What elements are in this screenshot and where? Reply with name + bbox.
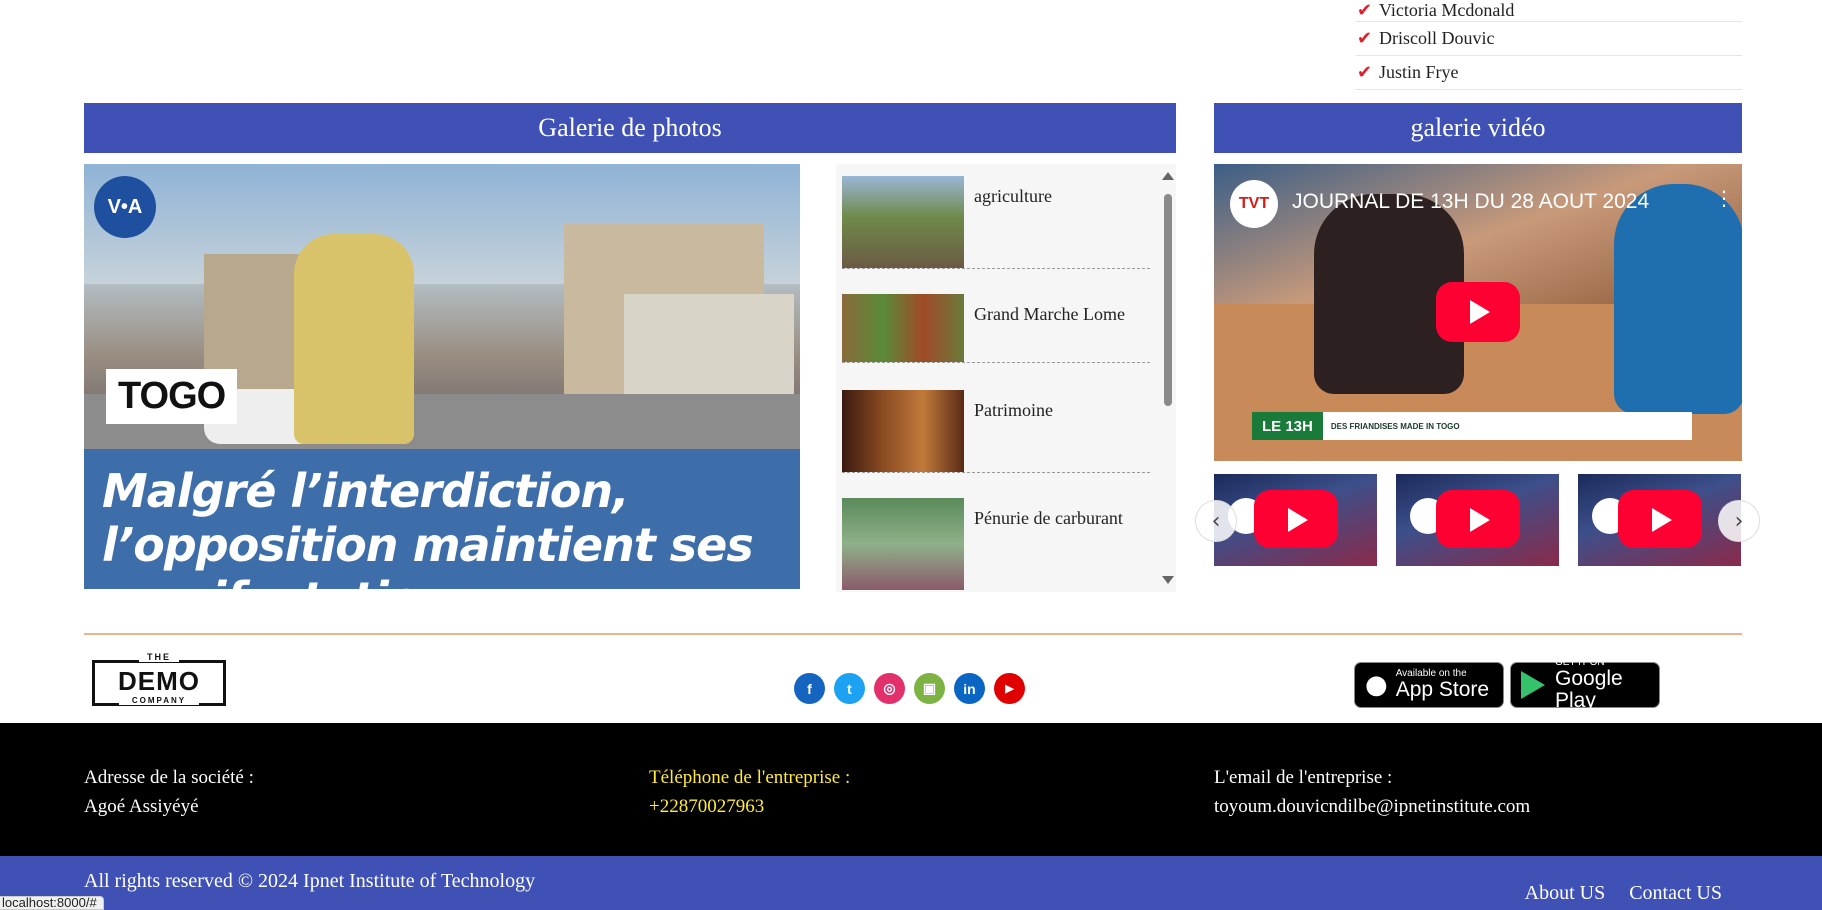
thumbnail-item[interactable]: Pénurie de carburant — [842, 498, 1150, 590]
play-button-icon[interactable] — [1436, 282, 1520, 342]
channel-logo[interactable]: TVT — [1230, 180, 1278, 228]
photo-tag: TOGO — [106, 369, 238, 424]
video-thumbnail[interactable] — [1578, 474, 1741, 566]
video-title[interactable]: JOURNAL DE 13H DU 28 AOUT 2024 — [1292, 190, 1649, 214]
footer-divider — [84, 633, 1742, 635]
phone-label: Téléphone de l'entreprise : — [649, 767, 851, 788]
scroll-down-icon[interactable] — [1162, 576, 1174, 584]
lower-third-badge: LE 13H — [1252, 412, 1323, 440]
list-item: ✔ Victoria Mcdonald — [1355, 0, 1742, 22]
thumbnail-item[interactable]: agriculture — [842, 176, 1150, 269]
android-icon[interactable]: ▣ — [914, 673, 945, 704]
main-photo[interactable]: V•A TOGO Malgré l’interdiction, l’opposi… — [84, 164, 800, 589]
thumbnail-item[interactable]: Grand Marche Lome — [842, 294, 1150, 363]
address-value: Agoé Assiyéyé — [84, 796, 199, 817]
play-button-icon[interactable] — [1436, 490, 1520, 548]
status-bar-url: localhost:8000/# — [0, 896, 104, 910]
phone-value[interactable]: +22870027963 — [649, 792, 850, 821]
company-logo[interactable]: THE DEMO COMPANY — [92, 652, 226, 706]
photo-thumbnail-list[interactable]: agriculture Grand Marche Lome Patrimoine… — [836, 164, 1176, 592]
thumbnail-image — [842, 498, 964, 590]
chevron-right-icon[interactable]: › — [1718, 500, 1760, 542]
thumbnail-image — [842, 390, 964, 472]
lower-third: LE 13H DES FRIANDISES MADE IN TOGO — [1252, 412, 1692, 440]
photo-gallery-title: Galerie de photos — [84, 103, 1176, 153]
email-label: L'email de l'entreprise : — [1214, 767, 1393, 788]
bottom-bar: All rights reserved © 2024 Ipnet Institu… — [0, 856, 1822, 910]
scrollbar[interactable] — [1162, 172, 1174, 584]
check-icon: ✔ — [1357, 62, 1373, 83]
footer-links: About US Contact US — [1525, 882, 1722, 905]
contact-footer: Adresse de la société : Agoé Assiyéyé Té… — [0, 723, 1822, 856]
list-item: ✔ Justin Frye — [1355, 56, 1742, 90]
app-store-button[interactable]: ● Available on the App Store — [1354, 662, 1504, 708]
thumbnail-label: agriculture — [974, 186, 1052, 206]
main-video-player[interactable]: TVT JOURNAL DE 13H DU 28 AOUT 2024 ⋮ LE … — [1214, 164, 1742, 461]
thumbnail-label: Pénurie de carburant — [974, 508, 1123, 528]
play-button-icon[interactable] — [1254, 490, 1338, 548]
lower-third-text: DES FRIANDISES MADE IN TOGO — [1330, 421, 1460, 431]
google-play-button[interactable]: GET IT ON Google Play — [1510, 658, 1660, 712]
scrollbar-thumb[interactable] — [1164, 194, 1172, 406]
email-block: L'email de l'entreprise : toyoum.douvicn… — [1214, 763, 1530, 821]
social-links: f t ◎ ▣ in ▶ — [794, 673, 1025, 704]
thumbnail-image — [842, 176, 964, 268]
check-icon: ✔ — [1357, 0, 1373, 21]
check-icon: ✔ — [1357, 28, 1373, 49]
email-value[interactable]: toyoum.douvicndilbe@ipnetinstitute.com — [1214, 792, 1530, 821]
thumbnail-label: Patrimoine — [974, 400, 1053, 420]
about-link[interactable]: About US — [1525, 882, 1606, 905]
thumbnail-image — [842, 294, 964, 362]
video-thumbnail[interactable] — [1396, 474, 1559, 566]
copyright-text: All rights reserved © 2024 Ipnet Institu… — [84, 870, 536, 892]
thumbnail-item[interactable]: Patrimoine — [842, 390, 1150, 473]
facebook-icon[interactable]: f — [794, 673, 825, 704]
photo-headline: Malgré l’interdiction, l’opposition main… — [102, 464, 754, 589]
video-gallery-title: galerie vidéo — [1214, 103, 1742, 153]
linkedin-icon[interactable]: in — [954, 673, 985, 704]
apple-icon: ● — [1365, 670, 1388, 700]
chevron-left-icon[interactable]: ‹ — [1195, 500, 1237, 542]
list-item: ✔ Driscoll Douvic — [1355, 22, 1742, 56]
scroll-up-icon[interactable] — [1162, 172, 1174, 180]
voa-logo: V•A — [94, 176, 156, 238]
app-store-badges: ● Available on the App Store GET IT ON G… — [1354, 658, 1660, 712]
address-label: Adresse de la société : — [84, 767, 254, 788]
play-button-icon[interactable] — [1618, 490, 1702, 548]
address-block: Adresse de la société : Agoé Assiyéyé — [84, 763, 254, 821]
contact-link[interactable]: Contact US — [1629, 882, 1722, 905]
video-thumbnail[interactable] — [1214, 474, 1377, 566]
phone-block: Téléphone de l'entreprise : +22870027963 — [649, 763, 850, 821]
participants-list: ✔ Victoria Mcdonald ✔ Driscoll Douvic ✔ Jus… — [1355, 0, 1742, 90]
instagram-icon[interactable]: ◎ — [874, 673, 905, 704]
google-play-icon — [1521, 671, 1545, 699]
twitter-icon[interactable]: t — [834, 673, 865, 704]
thumbnail-label: Grand Marche Lome — [974, 304, 1125, 324]
youtube-icon[interactable]: ▶ — [994, 673, 1025, 704]
more-options-icon[interactable]: ⋮ — [1714, 188, 1734, 208]
